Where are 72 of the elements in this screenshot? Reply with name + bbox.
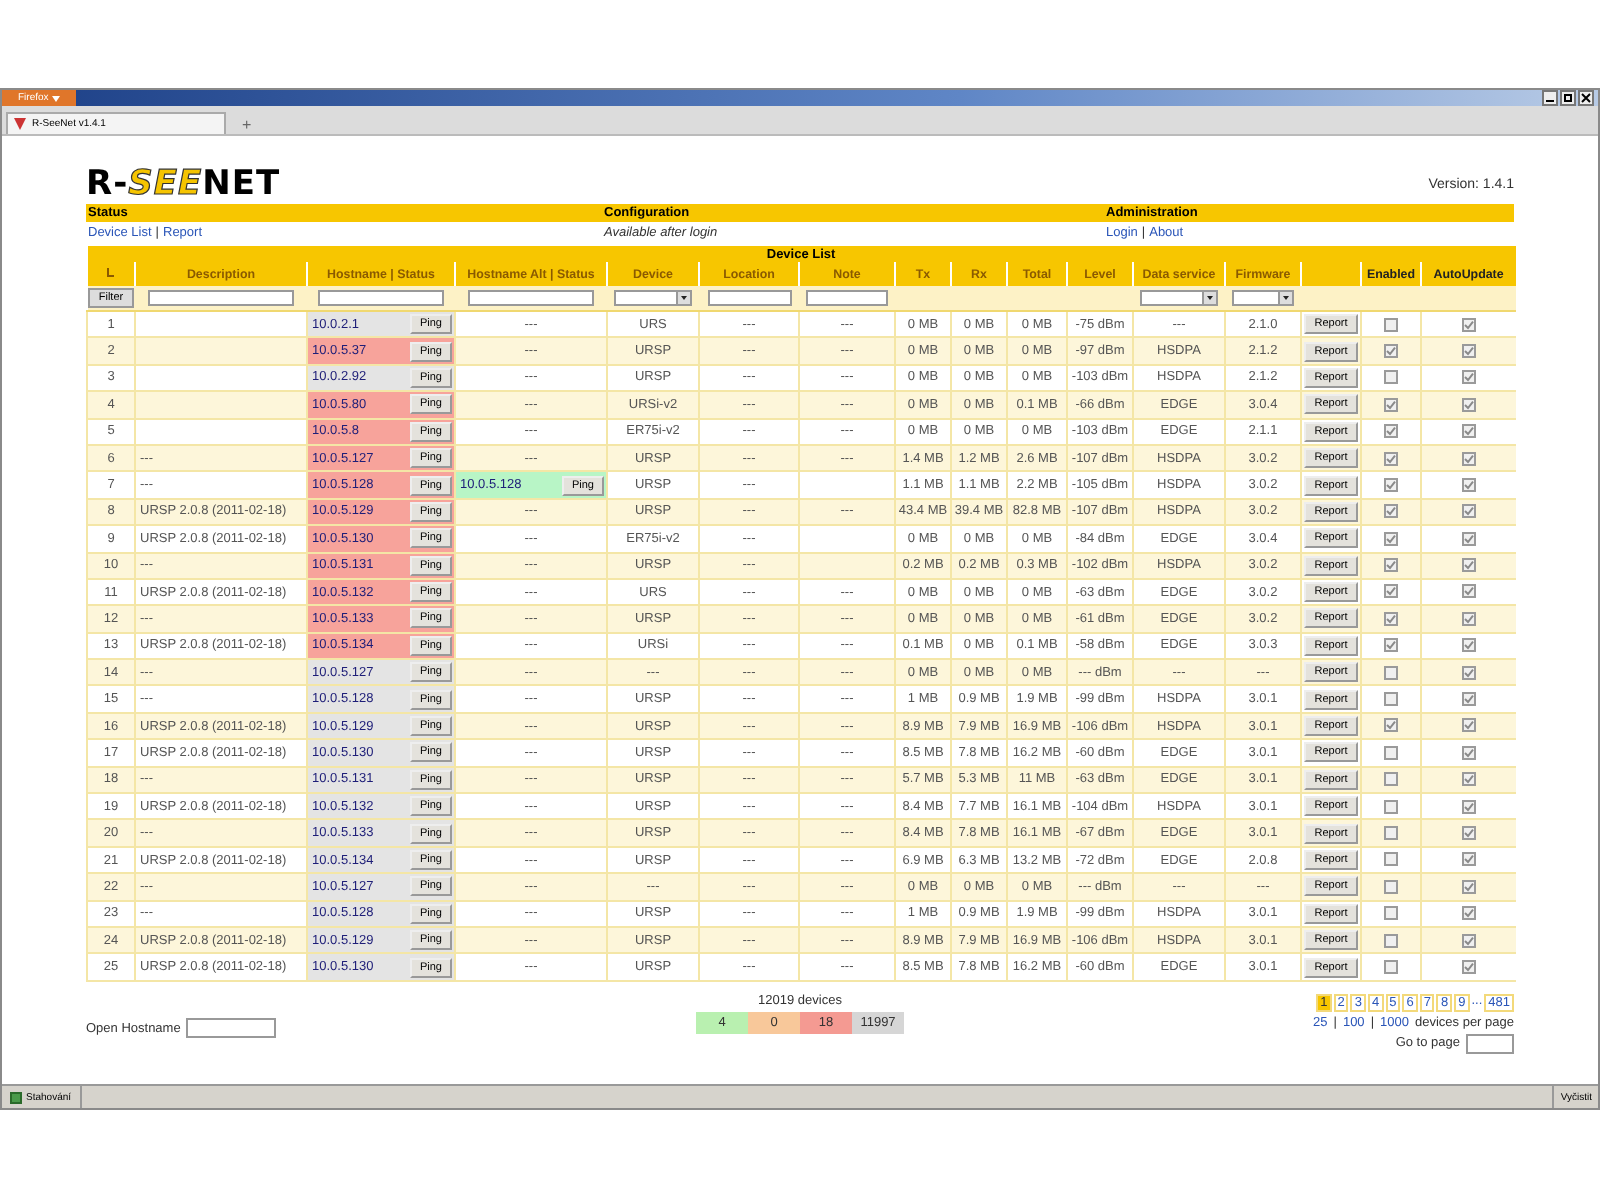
checkbox[interactable] [1384,477,1398,492]
checkbox[interactable] [1461,370,1476,385]
filter-dropdown[interactable] [1231,290,1295,306]
checkbox[interactable] [1461,879,1476,894]
checkbox[interactable] [1461,692,1476,707]
tab-icon [14,118,26,130]
checkbox[interactable] [1384,584,1398,599]
caret-icon [675,292,690,304]
close-icon[interactable] [1578,90,1594,106]
checkbox[interactable] [1384,611,1398,626]
checkbox[interactable] [1461,959,1476,974]
checkbox[interactable] [1384,343,1398,358]
logo: R-SEENET [86,168,281,202]
checkbox[interactable] [1384,692,1398,707]
checkbox[interactable] [1461,558,1476,573]
filter-field[interactable] [148,290,294,306]
checkbox[interactable] [1461,933,1476,948]
filter-field[interactable] [467,290,595,306]
open-hostname-field[interactable] [186,1018,277,1039]
checkbox[interactable] [1461,852,1476,867]
checkbox[interactable] [1461,451,1476,466]
checkbox[interactable] [1461,584,1476,599]
checkbox[interactable] [1461,531,1476,546]
new-tab-button[interactable]: + [242,116,252,134]
minimize-icon[interactable] [1542,90,1558,106]
checkbox[interactable] [1384,638,1398,653]
checkbox[interactable] [1461,826,1476,840]
checkbox[interactable] [1384,558,1398,573]
checkbox[interactable] [1461,718,1476,733]
caret-icon [1201,292,1216,304]
filter-field[interactable] [318,290,444,306]
checkbox[interactable] [1384,397,1398,412]
checkbox[interactable] [1384,718,1398,733]
filter-field[interactable] [707,290,791,306]
filter-dropdown[interactable] [1140,290,1218,306]
caret-icon [52,95,61,101]
checkbox[interactable] [1384,906,1398,921]
checkbox[interactable] [1461,424,1476,439]
checkbox[interactable] [1384,665,1398,680]
checkbox[interactable] [1384,959,1398,974]
checkbox[interactable] [1384,772,1398,787]
checkbox[interactable] [1384,504,1398,519]
checkbox[interactable] [1384,826,1398,840]
checkbox[interactable] [1461,906,1476,921]
checkbox[interactable] [1384,745,1398,760]
checkbox[interactable] [1461,745,1476,760]
sort-icon[interactable] [106,267,116,277]
checkbox[interactable] [1384,933,1398,948]
checkbox[interactable] [1461,799,1476,814]
maximize-icon[interactable] [1560,90,1576,106]
checkbox[interactable] [1384,879,1398,894]
checkbox[interactable] [1461,665,1476,680]
checkbox[interactable] [1461,397,1476,412]
caret-icon [1278,292,1293,304]
checkbox[interactable] [1461,772,1476,787]
checkbox[interactable] [1384,451,1398,466]
checkbox[interactable] [1384,531,1398,546]
download-icon[interactable] [10,1091,22,1103]
checkbox[interactable] [1461,343,1476,358]
checkbox[interactable] [1461,317,1476,332]
checkbox[interactable] [1384,799,1398,814]
page-field[interactable] [1466,1033,1514,1054]
checkbox[interactable] [1461,504,1476,519]
checkbox[interactable] [1384,317,1398,332]
checkbox[interactable] [1461,477,1476,492]
filter-field[interactable] [806,290,888,306]
checkbox[interactable] [1384,852,1398,867]
filter-dropdown[interactable] [614,290,692,306]
checkbox[interactable] [1384,370,1398,385]
checkbox[interactable] [1461,638,1476,653]
checkbox[interactable] [1384,424,1398,439]
checkbox[interactable] [1461,611,1476,626]
